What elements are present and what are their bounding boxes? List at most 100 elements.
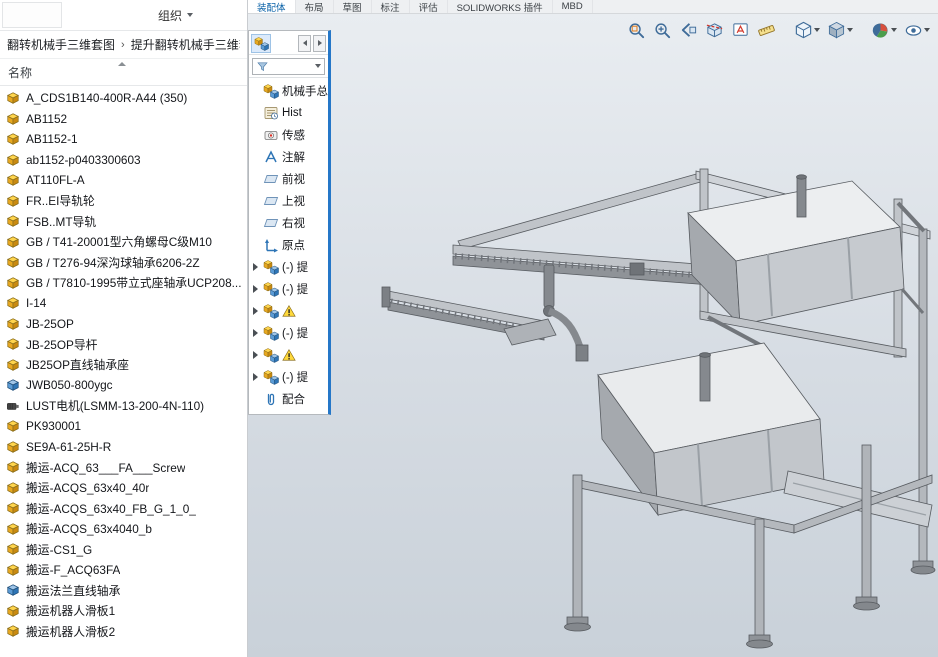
- list-item[interactable]: PK930001: [0, 416, 247, 437]
- feature-tree-item[interactable]: 原点: [249, 234, 328, 256]
- panel-scroll-left-button[interactable]: [298, 35, 311, 52]
- list-item[interactable]: AB1152: [0, 109, 247, 130]
- list-item[interactable]: ab1152-p0403300603: [0, 150, 247, 171]
- list-item[interactable]: 搬运-ACQS_63x4040_b: [0, 519, 247, 540]
- organize-menu[interactable]: 组织: [158, 0, 193, 30]
- list-item[interactable]: FSB..MT导轨: [0, 211, 247, 232]
- explorer-toolbar: 组织: [0, 0, 247, 31]
- list-item[interactable]: 搬运-F_ACQ63FA: [0, 560, 247, 581]
- dropdown-caret-icon: [814, 28, 820, 32]
- view-settings-button[interactable]: [902, 18, 932, 42]
- file-type-icon: [6, 296, 20, 310]
- list-item[interactable]: FR..EI导轨轮: [0, 191, 247, 212]
- list-item[interactable]: JB-25OP导杆: [0, 334, 247, 355]
- file-name: 搬运-CS1_G: [26, 541, 92, 558]
- edit-appearance-button[interactable]: [869, 18, 899, 42]
- list-item[interactable]: AT110FL-A: [0, 170, 247, 191]
- expand-arrow-icon[interactable]: [251, 329, 260, 338]
- list-item[interactable]: SE9A-61-25H-R: [0, 437, 247, 458]
- file-type-icon: [6, 501, 20, 515]
- list-item[interactable]: 搬运-ACQS_63x40_40r: [0, 478, 247, 499]
- list-item[interactable]: I-14: [0, 293, 247, 314]
- list-item[interactable]: JB25OP直线轴承座: [0, 355, 247, 376]
- feature-label: 原点: [282, 237, 305, 253]
- expand-arrow-icon[interactable]: [251, 197, 260, 206]
- zoom-to-fit-button[interactable]: [625, 18, 648, 42]
- measure-button[interactable]: [755, 18, 778, 42]
- column-header-name[interactable]: 名称: [0, 59, 247, 86]
- ribbon-tab[interactable]: MBD: [553, 0, 593, 13]
- expand-arrow-icon[interactable]: [251, 131, 260, 140]
- list-item[interactable]: A_CDS1B140-400R-A44 (350): [0, 88, 247, 109]
- feature-tree-item[interactable]: [249, 300, 328, 322]
- list-item[interactable]: LUST电机(LSMM-13-200-4N-110): [0, 396, 247, 417]
- feature-tree-item[interactable]: 机械手总: [249, 80, 328, 102]
- expand-arrow-icon[interactable]: [251, 87, 260, 96]
- panel-scroll-right-button[interactable]: [313, 35, 326, 52]
- expand-arrow-icon[interactable]: [251, 153, 260, 162]
- feature-tree-item[interactable]: 右视: [249, 212, 328, 234]
- display-style-button[interactable]: [825, 18, 855, 42]
- annotation-views-button[interactable]: [729, 18, 752, 42]
- feature-tree-item[interactable]: (-) 提: [249, 322, 328, 344]
- ribbon-tab[interactable]: 评估: [410, 0, 448, 13]
- breadcrumb-root[interactable]: 翻转机械手三维套图: [7, 36, 115, 53]
- feature-tree-item[interactable]: [249, 344, 328, 366]
- expand-arrow-icon[interactable]: [251, 241, 260, 250]
- list-item[interactable]: 搬运法兰直线轴承: [0, 580, 247, 601]
- list-item[interactable]: GB / T41-20001型六角螺母C级M10: [0, 232, 247, 253]
- feature-tree-item[interactable]: (-) 提: [249, 366, 328, 388]
- feature-icon: [263, 237, 279, 253]
- feature-tree-item[interactable]: 注解: [249, 146, 328, 168]
- expand-arrow-icon[interactable]: [251, 285, 260, 294]
- ribbon-tab[interactable]: 装配体: [248, 0, 296, 13]
- file-name: JB25OP直线轴承座: [26, 356, 129, 373]
- section-view-button[interactable]: [703, 18, 726, 42]
- list-item[interactable]: 搬运-ACQ_63___FA___Screw: [0, 457, 247, 478]
- featuremanager-tab[interactable]: [251, 34, 271, 53]
- list-item[interactable]: 搬运-ACQS_63x40_FB_G_1_0_: [0, 498, 247, 519]
- list-item[interactable]: 搬运-CS1_G: [0, 539, 247, 560]
- file-type-icon: [6, 194, 20, 208]
- feature-tree-item[interactable]: (-) 提: [249, 278, 328, 300]
- feature-tree-item[interactable]: 配合: [249, 388, 328, 410]
- feature-tree-item[interactable]: 前视: [249, 168, 328, 190]
- expand-arrow-icon[interactable]: [251, 219, 260, 228]
- file-name: AB1152-1: [26, 132, 78, 146]
- feature-icon: [263, 171, 279, 187]
- sort-ascending-icon: [118, 62, 126, 66]
- feature-tree-item[interactable]: 传感: [249, 124, 328, 146]
- list-item[interactable]: 搬运机器人滑板1: [0, 601, 247, 622]
- previous-view-button[interactable]: [677, 18, 700, 42]
- list-item[interactable]: GB / T276-94深沟球轴承6206-2Z: [0, 252, 247, 273]
- view-orientation-button[interactable]: [792, 18, 822, 42]
- expand-arrow-icon[interactable]: [251, 109, 260, 118]
- list-item[interactable]: 搬运机器人滑板2: [0, 621, 247, 642]
- expand-arrow-icon[interactable]: [251, 263, 260, 272]
- ribbon-tab[interactable]: SOLIDWORKS 插件: [448, 0, 553, 13]
- expand-arrow-icon[interactable]: [251, 373, 260, 382]
- filter-dropdown-caret-icon[interactable]: [315, 64, 321, 68]
- feature-tree-item[interactable]: 上视: [249, 190, 328, 212]
- assembly-3d-view[interactable]: [248, 13, 938, 657]
- ribbon-tab[interactable]: 标注: [372, 0, 410, 13]
- ribbon-tab[interactable]: 布局: [296, 0, 334, 13]
- expand-arrow-icon[interactable]: [251, 175, 260, 184]
- list-item[interactable]: JB-25OP: [0, 314, 247, 335]
- zoom-to-area-button[interactable]: [651, 18, 674, 42]
- expand-arrow-icon[interactable]: [251, 307, 260, 316]
- toolbar-icon: [679, 21, 698, 40]
- list-item[interactable]: GB / T7810-1995带立式座轴承UCP208...: [0, 273, 247, 294]
- ribbon-tab[interactable]: 草图: [334, 0, 372, 13]
- breadcrumb-current[interactable]: 提升翻转机械手三维套: [131, 36, 240, 53]
- toolbar-button[interactable]: [2, 2, 62, 28]
- file-name: I-14: [26, 296, 46, 310]
- feature-tree-item[interactable]: Hist: [249, 102, 328, 124]
- graphics-area[interactable]: [248, 13, 938, 657]
- list-item[interactable]: JWB050-800ygc: [0, 375, 247, 396]
- expand-arrow-icon[interactable]: [251, 395, 260, 404]
- tree-filter-input[interactable]: [252, 58, 325, 75]
- list-item[interactable]: AB1152-1: [0, 129, 247, 150]
- expand-arrow-icon[interactable]: [251, 351, 260, 360]
- feature-tree-item[interactable]: (-) 提: [249, 256, 328, 278]
